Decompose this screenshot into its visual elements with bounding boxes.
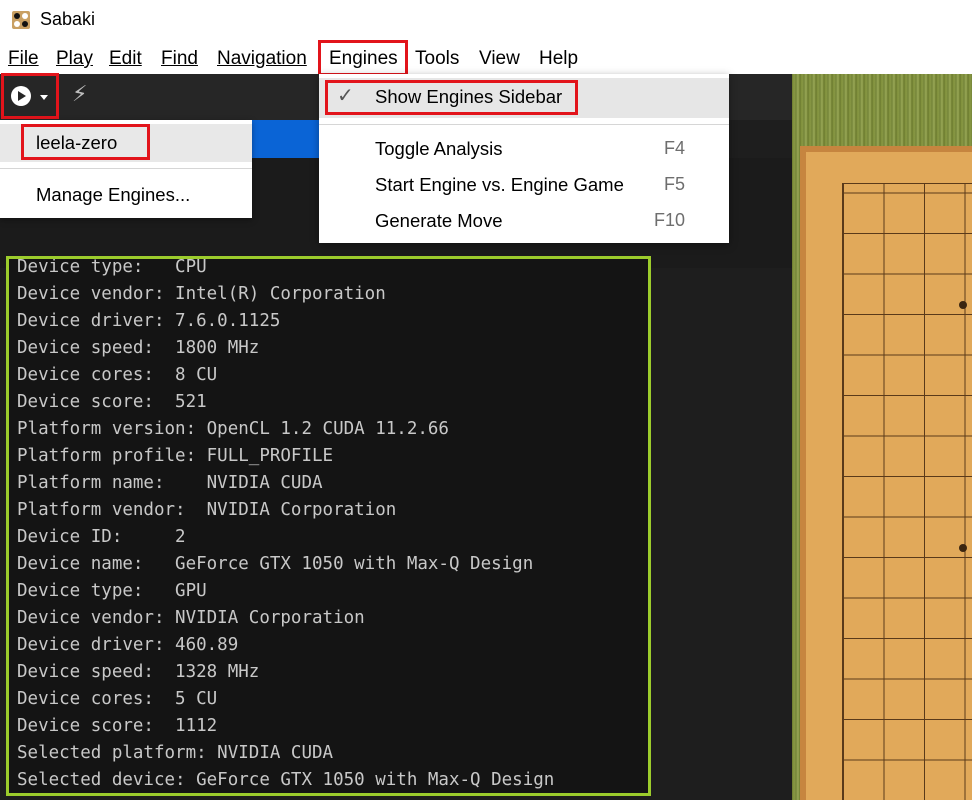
show-engines-sidebar-item[interactable]: Show Engines Sidebar — [375, 86, 562, 108]
menu-play[interactable]: Play — [56, 48, 93, 70]
menu-edit[interactable]: Edit — [109, 48, 142, 70]
engine-header-bar — [250, 120, 320, 158]
console-line: Device type: CPU — [17, 257, 207, 277]
console-line: Device driver: 460.89 — [17, 635, 239, 655]
window-title: Sabaki — [40, 9, 96, 29]
console-line: Platform name: NVIDIA CUDA — [17, 473, 323, 493]
console-line: Device score: 1112 — [17, 716, 218, 736]
gtp-console[interactable]: Device type: CPU Device vendor: Intel(R) … — [6, 256, 651, 796]
console-line: Device ID: 2 — [17, 527, 186, 547]
menu-tools[interactable]: Tools — [415, 48, 459, 70]
generate-move-shortcut: F10 — [653, 210, 685, 230]
console-line: Device cores: 5 CU — [17, 689, 218, 709]
menu-help[interactable]: Help — [539, 48, 578, 70]
console-line: Device name: GeForce GTX 1050 with Max-Q… — [17, 554, 534, 574]
start-engine-game-item[interactable]: Start Engine vs. Engine Game — [375, 174, 624, 196]
menu-separator — [319, 124, 729, 125]
checkmark-icon: ✓ — [337, 83, 354, 107]
sabaki-app-icon — [12, 11, 30, 29]
star-point — [959, 301, 967, 309]
toggle-analysis-item[interactable]: Toggle Analysis — [375, 138, 503, 160]
menu-engines[interactable]: Engines — [329, 48, 398, 70]
menu-navigation[interactable]: Navigation — [217, 48, 307, 70]
lightning-bolt-icon[interactable]: ⚡ — [72, 82, 87, 107]
attach-engine-button[interactable] — [8, 84, 54, 110]
title-bar: Sabaki — [0, 0, 972, 40]
console-line: Device score: 521 — [17, 392, 207, 412]
menu-view[interactable]: View — [479, 48, 520, 70]
caret-down-icon — [40, 95, 48, 100]
console-line: Platform vendor: NVIDIA Corporation — [17, 500, 397, 520]
star-point — [959, 544, 967, 552]
console-line: Selected platform: NVIDIA CUDA — [17, 743, 334, 763]
console-line: Device speed: 1328 MHz — [17, 662, 260, 682]
menu-separator — [0, 168, 252, 169]
console-output: Device type: CPU Device vendor: Intel(R) … — [17, 257, 555, 793]
console-line: Device speed: 1800 MHz — [17, 338, 260, 358]
console-line: Platform version: OpenCL 1.2 CUDA 11.2.6… — [17, 419, 449, 439]
console-line: Device driver: 7.6.0.1125 — [17, 311, 281, 331]
console-line: Device vendor: Intel(R) Corporation — [17, 284, 386, 304]
manage-engines-item[interactable]: Manage Engines... — [36, 184, 190, 206]
generate-move-item[interactable]: Generate Move — [375, 210, 503, 232]
toggle-analysis-shortcut: F4 — [663, 138, 685, 158]
console-line: Platform profile: FULL_PROFILE — [17, 446, 334, 466]
engine-dropdown: leela-zero Manage Engines... — [0, 120, 252, 218]
menu-bar: File Play Edit Find Navigation Engines T… — [0, 40, 972, 74]
console-line: Device vendor: NVIDIA Corporation — [17, 608, 365, 628]
menu-find[interactable]: Find — [161, 48, 198, 70]
console-line: Selected device: GeForce GTX 1050 with M… — [17, 770, 555, 790]
start-engine-game-shortcut: F5 — [663, 174, 685, 194]
console-line: Device cores: 8 CU — [17, 365, 218, 385]
menu-file[interactable]: File — [8, 48, 39, 70]
board-grid[interactable] — [842, 183, 972, 800]
engine-item-leela-zero[interactable]: leela-zero — [36, 132, 117, 154]
engines-menu-dropdown: ✓ Show Engines Sidebar Toggle Analysis F… — [319, 74, 729, 243]
console-line: Device type: GPU — [17, 581, 207, 601]
